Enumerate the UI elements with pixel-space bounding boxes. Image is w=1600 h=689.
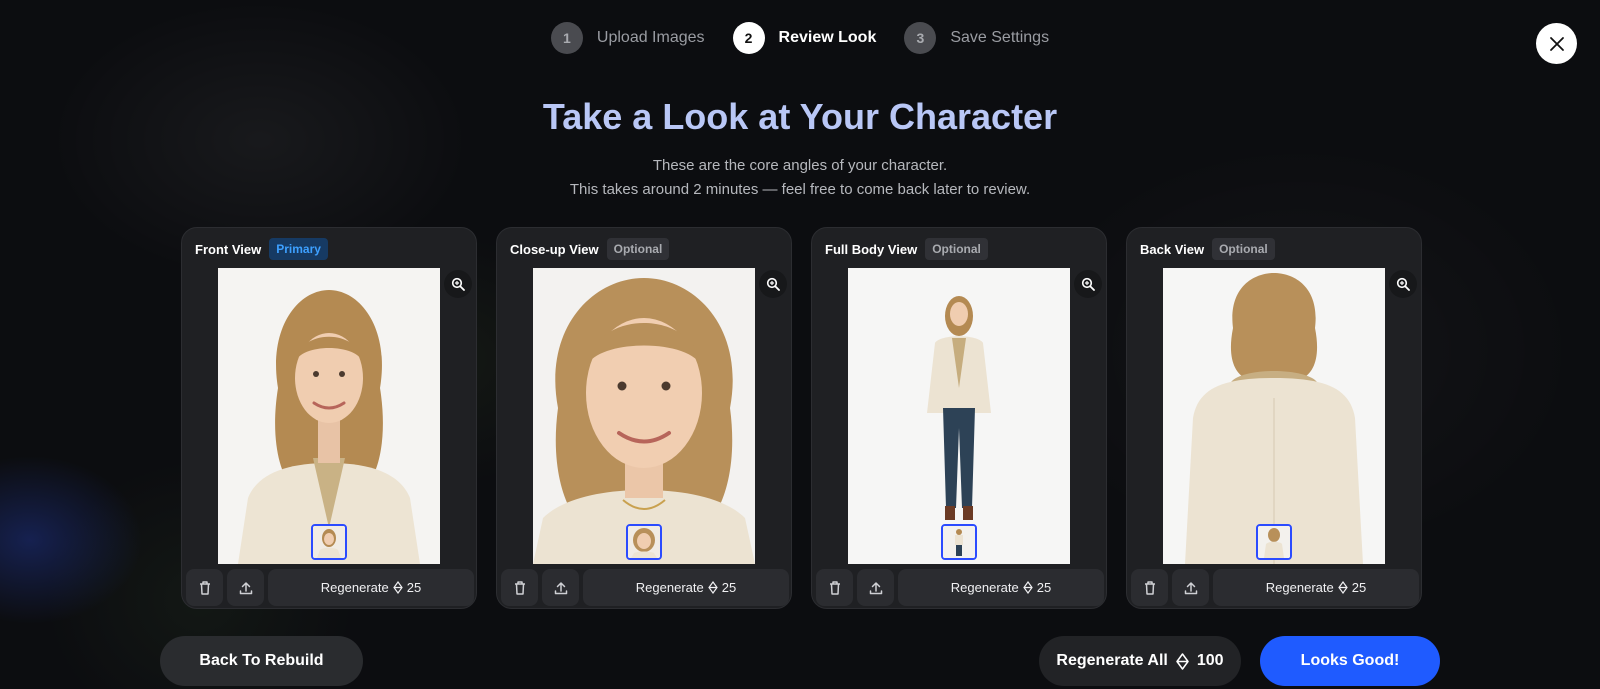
- reference-thumbnail[interactable]: [626, 524, 662, 560]
- upload-icon: [239, 581, 252, 594]
- card-header: Back View Optional: [1140, 238, 1275, 260]
- card-title: Front View: [195, 241, 262, 257]
- card-actions: Regenerate 25: [816, 569, 1104, 606]
- diamond-credit-icon: [392, 581, 403, 594]
- step-label: Upload Images: [596, 29, 705, 46]
- zoom-button[interactable]: [1389, 270, 1417, 298]
- modal-stage: 1 Upload Images 2 Review Look 3 Save Set…: [0, 0, 1600, 689]
- looks-good-button[interactable]: Looks Good!: [1260, 636, 1440, 686]
- subtitle-line: These are the core angles of your charac…: [652, 157, 948, 174]
- step-label: Review Look: [778, 29, 877, 46]
- close-button[interactable]: [1536, 23, 1577, 64]
- upload-button[interactable]: [1172, 569, 1209, 606]
- upload-button[interactable]: [542, 569, 579, 606]
- delete-button[interactable]: [1131, 569, 1168, 606]
- regenerate-label: Regenerate: [635, 580, 704, 595]
- reference-thumbnail[interactable]: [1256, 524, 1292, 560]
- trash-icon: [514, 581, 525, 595]
- card-close-up-view: Close-up View Optional Regenerate 25: [496, 227, 792, 609]
- card-title: Full Body View: [825, 241, 918, 257]
- zoom-button[interactable]: [1074, 270, 1102, 298]
- reference-thumbnail[interactable]: [311, 524, 347, 560]
- stepper: 1 Upload Images 2 Review Look 3 Save Set…: [0, 22, 1600, 54]
- card-title: Back View: [1140, 241, 1205, 257]
- card-header: Front View Primary: [195, 238, 328, 260]
- diamond-credit-icon: [1022, 581, 1033, 594]
- step-number: 2: [732, 22, 765, 54]
- trash-icon: [829, 581, 840, 595]
- step-label: Save Settings: [950, 29, 1050, 46]
- regenerate-cost: 25: [721, 580, 737, 595]
- zoom-in-icon: [766, 277, 780, 291]
- step-save-settings: 3 Save Settings: [904, 22, 1049, 54]
- card-header: Full Body View Optional: [825, 238, 988, 260]
- upload-icon: [1184, 581, 1197, 594]
- zoom-in-icon: [451, 277, 465, 291]
- step-review-look: 2 Review Look: [732, 22, 877, 54]
- page-subtitle: These are the core angles of your charac…: [0, 154, 1600, 202]
- regenerate-button[interactable]: Regenerate 25: [898, 569, 1104, 606]
- zoom-in-icon: [1396, 277, 1410, 291]
- optional-badge: Optional: [1212, 238, 1275, 260]
- regenerate-label: Regenerate: [1265, 580, 1334, 595]
- card-actions: Regenerate 25: [1131, 569, 1419, 606]
- delete-button[interactable]: [816, 569, 853, 606]
- diamond-credit-icon: [1337, 581, 1348, 594]
- regenerate-all-label: Regenerate All: [1056, 652, 1168, 669]
- upload-icon: [554, 581, 567, 594]
- zoom-button[interactable]: [444, 270, 472, 298]
- regenerate-cost: 25: [1351, 580, 1367, 595]
- card-header: Close-up View Optional: [510, 238, 670, 260]
- optional-badge: Optional: [925, 238, 988, 260]
- card-back-view: Back View Optional Regenerate 25: [1126, 227, 1422, 609]
- card-actions: Regenerate 25: [501, 569, 789, 606]
- back-to-rebuild-button[interactable]: Back To Rebuild: [160, 636, 363, 686]
- regenerate-cost: 25: [1036, 580, 1052, 595]
- card-full-body-view: Full Body View Optional Regenerate 25: [811, 227, 1107, 609]
- card-front-view: Front View Primary Regenerate 25: [181, 227, 477, 609]
- view-cards: Front View Primary Regenerate 25 Close-u…: [181, 227, 1422, 609]
- regenerate-button[interactable]: Regenerate 25: [1213, 569, 1419, 606]
- upload-button[interactable]: [227, 569, 264, 606]
- regenerate-button[interactable]: Regenerate 25: [268, 569, 474, 606]
- character-image[interactable]: [218, 268, 440, 564]
- character-image[interactable]: [533, 268, 755, 564]
- trash-icon: [199, 581, 210, 595]
- delete-button[interactable]: [501, 569, 538, 606]
- primary-badge: Primary: [269, 238, 328, 260]
- zoom-button[interactable]: [759, 270, 787, 298]
- close-icon: [1549, 36, 1564, 51]
- step-upload-images: 1 Upload Images: [550, 22, 705, 54]
- regenerate-button[interactable]: Regenerate 25: [583, 569, 789, 606]
- character-image[interactable]: [848, 268, 1070, 564]
- zoom-in-icon: [1081, 277, 1095, 291]
- delete-button[interactable]: [186, 569, 223, 606]
- regenerate-label: Regenerate: [320, 580, 389, 595]
- regenerate-cost: 25: [406, 580, 422, 595]
- subtitle-line: This takes around 2 minutes — feel free …: [569, 181, 1031, 198]
- diamond-credit-icon: [707, 581, 718, 594]
- regenerate-all-cost: 100: [1196, 652, 1224, 669]
- trash-icon: [1144, 581, 1155, 595]
- optional-badge: Optional: [606, 238, 670, 260]
- upload-button[interactable]: [857, 569, 894, 606]
- regenerate-label: Regenerate: [950, 580, 1019, 595]
- card-title: Close-up View: [510, 241, 599, 257]
- card-actions: Regenerate 25: [186, 569, 474, 606]
- character-image[interactable]: [1163, 268, 1385, 564]
- reference-thumbnail[interactable]: [941, 524, 977, 560]
- step-number: 1: [550, 22, 583, 54]
- step-number: 3: [904, 22, 937, 54]
- upload-icon: [869, 581, 882, 594]
- page-title: Take a Look at Your Character: [542, 96, 1058, 137]
- regenerate-all-button[interactable]: Regenerate All 100: [1039, 636, 1241, 686]
- diamond-credit-icon: [1176, 652, 1189, 670]
